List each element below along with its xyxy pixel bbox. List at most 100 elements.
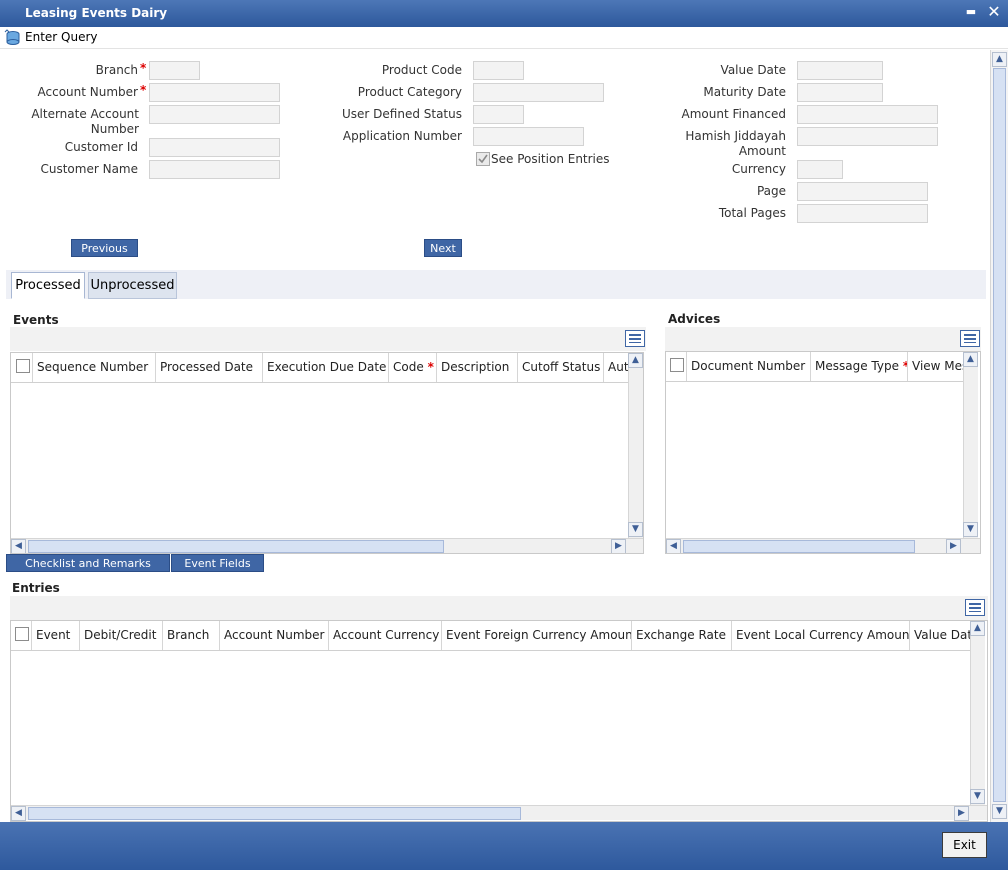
amount-financed-field[interactable] <box>797 105 938 124</box>
events-col-processed-date[interactable]: Processed Date <box>156 353 263 382</box>
product-code-field[interactable] <box>473 61 524 80</box>
application-number-field[interactable] <box>473 127 584 146</box>
branch-label: Branch <box>95 63 138 77</box>
entries-vertical-scrollbar[interactable]: ▲ ▼ <box>970 621 985 805</box>
events-select-all-checkbox[interactable] <box>16 359 30 373</box>
scroll-right-icon[interactable]: ▶ <box>954 806 969 821</box>
previous-button[interactable]: Previous <box>71 239 138 257</box>
entries-col-event-local-currency-amount[interactable]: Event Local Currency Amount <box>732 621 910 650</box>
maturity-date-field[interactable] <box>797 83 883 102</box>
close-icon[interactable]: ✕ <box>986 3 1002 21</box>
scroll-thumb[interactable] <box>993 68 1006 802</box>
events-title: Events <box>13 313 59 327</box>
scroll-thumb[interactable] <box>28 807 521 820</box>
currency-field[interactable] <box>797 160 843 179</box>
required-marker: * <box>140 83 147 97</box>
main-content: Branch * Account Number * Alternate Acco… <box>0 50 990 822</box>
entries-column-settings-icon[interactable] <box>965 599 985 616</box>
events-col-description[interactable]: Description <box>437 353 518 382</box>
account-number-field[interactable] <box>149 83 280 102</box>
advices-col-message-type[interactable]: Message Type * <box>811 352 908 381</box>
events-select-all-cell <box>11 353 33 382</box>
entries-col-branch[interactable]: Branch <box>163 621 220 650</box>
scroll-down-icon[interactable]: ▼ <box>963 522 978 537</box>
title-bar: Leasing Events Dairy ▬ ✕ <box>0 0 1008 27</box>
advices-col-document-number[interactable]: Document Number <box>687 352 811 381</box>
advices-select-all-checkbox[interactable] <box>670 358 684 372</box>
entries-col-event[interactable]: Event <box>32 621 80 650</box>
page-field[interactable] <box>797 182 928 201</box>
scroll-down-icon[interactable]: ▼ <box>970 789 985 804</box>
advices-select-all-cell <box>666 352 687 381</box>
product-code-label: Product Code <box>381 63 462 77</box>
entries-grid: Event Debit/Credit Branch Account Number… <box>10 620 988 822</box>
customer-name-label: Customer Name <box>40 162 138 176</box>
page-label: Page <box>756 184 786 198</box>
advices-vertical-scrollbar[interactable]: ▲ ▼ <box>963 352 978 538</box>
events-grid-header: Sequence Number Processed Date Execution… <box>11 353 628 383</box>
application-number-label: Application Number <box>342 129 462 143</box>
scroll-down-icon[interactable]: ▼ <box>992 804 1007 819</box>
events-vertical-scrollbar[interactable]: ▲ ▼ <box>628 353 643 538</box>
events-toolbar <box>10 327 646 351</box>
scroll-up-icon[interactable]: ▲ <box>970 621 985 636</box>
entries-col-account-currency[interactable]: Account Currency <box>329 621 442 650</box>
events-column-settings-icon[interactable] <box>625 330 645 347</box>
entries-title: Entries <box>12 581 60 595</box>
entries-grid-header: Event Debit/Credit Branch Account Number… <box>11 621 970 651</box>
scroll-left-icon[interactable]: ◀ <box>666 539 681 553</box>
value-date-field[interactable] <box>797 61 883 80</box>
branch-field[interactable] <box>149 61 200 80</box>
enter-query-label[interactable]: Enter Query <box>25 30 98 44</box>
scroll-up-icon[interactable]: ▲ <box>992 52 1007 67</box>
currency-label: Currency <box>731 162 786 176</box>
product-category-field[interactable] <box>473 83 604 102</box>
entries-select-all-cell <box>11 621 32 650</box>
customer-name-field[interactable] <box>149 160 280 179</box>
scroll-up-icon[interactable]: ▲ <box>963 352 978 367</box>
scroll-thumb[interactable] <box>683 540 915 553</box>
event-fields-button[interactable]: Event Fields <box>171 554 264 572</box>
entries-select-all-checkbox[interactable] <box>15 627 29 641</box>
events-horizontal-scrollbar[interactable]: ◀ ▶ <box>11 538 643 553</box>
events-col-sequence-number[interactable]: Sequence Number <box>33 353 156 382</box>
advices-grid-header: Document Number Message Type * View Mes <box>666 352 963 382</box>
enter-query-button[interactable] <box>4 29 21 46</box>
scroll-right-icon[interactable]: ▶ <box>611 539 626 553</box>
scroll-right-icon[interactable]: ▶ <box>946 539 961 553</box>
scroll-down-icon[interactable]: ▼ <box>628 522 643 537</box>
window-title: Leasing Events Dairy <box>25 6 168 20</box>
advices-horizontal-scrollbar[interactable]: ◀ ▶ <box>666 538 980 553</box>
events-col-code[interactable]: Code * <box>389 353 437 382</box>
see-position-entries-checkbox[interactable] <box>476 152 490 166</box>
next-button[interactable]: Next <box>424 239 462 257</box>
checklist-and-remarks-button[interactable]: Checklist and Remarks <box>6 554 170 572</box>
minimize-icon[interactable]: ▬ <box>963 3 979 21</box>
exit-button[interactable]: Exit <box>942 832 987 858</box>
total-pages-field[interactable] <box>797 204 928 223</box>
total-pages-label: Total Pages <box>718 206 786 220</box>
user-defined-status-field[interactable] <box>473 105 524 124</box>
advices-col-view-message[interactable]: View Mes <box>908 352 963 381</box>
alternate-account-number-field[interactable] <box>149 105 280 124</box>
tab-processed[interactable]: Processed <box>11 272 85 299</box>
scroll-left-icon[interactable]: ◀ <box>11 806 26 821</box>
entries-col-debit-credit[interactable]: Debit/Credit <box>80 621 163 650</box>
entries-col-value-date[interactable]: Value Date <box>910 621 970 650</box>
scroll-up-icon[interactable]: ▲ <box>628 353 643 368</box>
entries-col-exchange-rate[interactable]: Exchange Rate <box>632 621 732 650</box>
entries-toolbar <box>10 596 988 620</box>
entries-col-event-foreign-currency-amount[interactable]: Event Foreign Currency Amount <box>442 621 632 650</box>
entries-horizontal-scrollbar[interactable]: ◀ ▶ <box>11 805 987 821</box>
customer-id-field[interactable] <box>149 138 280 157</box>
scroll-left-icon[interactable]: ◀ <box>11 539 26 553</box>
advices-column-settings-icon[interactable] <box>960 330 980 347</box>
tab-unprocessed[interactable]: Unprocessed <box>88 272 177 299</box>
events-col-auth[interactable]: Aut <box>604 353 628 382</box>
page-vertical-scrollbar[interactable]: ▲ ▼ <box>990 50 1008 822</box>
events-col-execution-due-date[interactable]: Execution Due Date * <box>263 353 389 382</box>
events-col-cutoff-status[interactable]: Cutoff Status <box>518 353 604 382</box>
scroll-thumb[interactable] <box>28 540 444 553</box>
entries-col-account-number[interactable]: Account Number <box>220 621 329 650</box>
hamish-jiddayah-amount-field[interactable] <box>797 127 938 146</box>
